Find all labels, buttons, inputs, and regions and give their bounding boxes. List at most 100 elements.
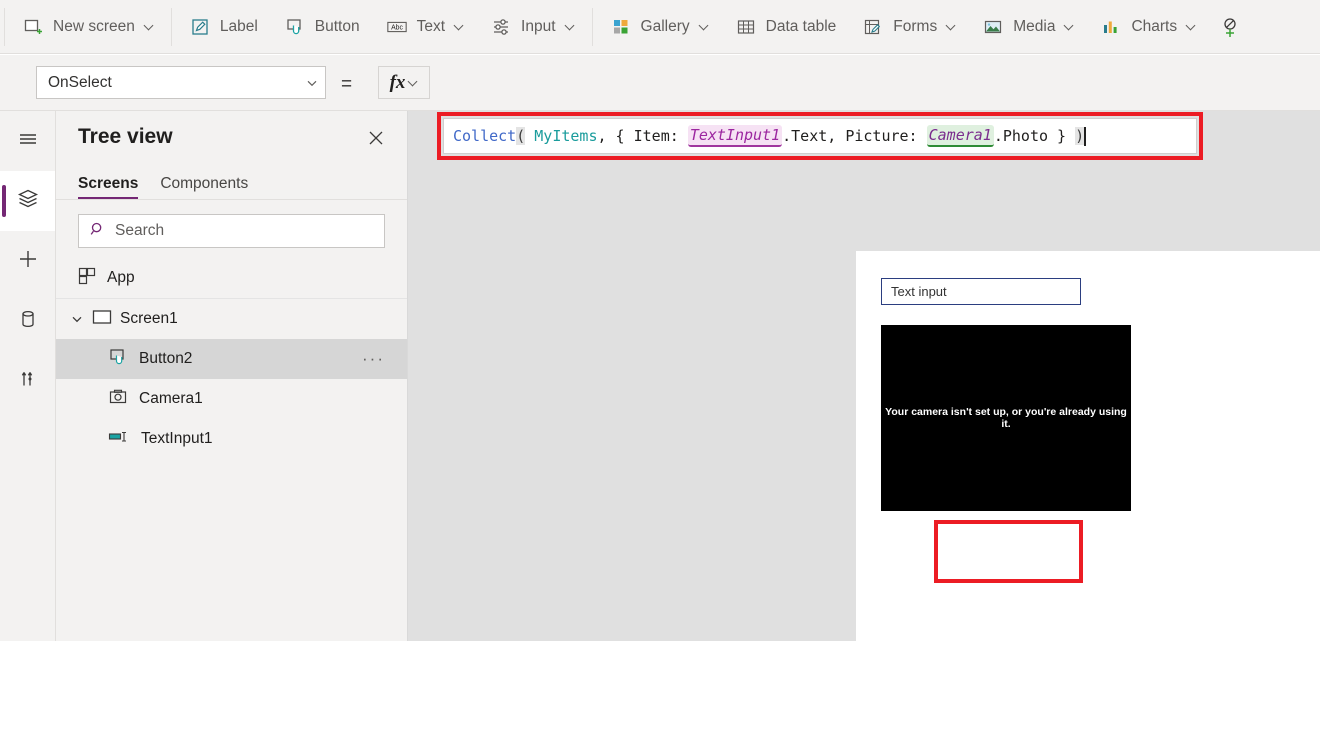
ribbon-item-forms[interactable]: Forms [849,1,969,53]
formula-bar: OnSelect = fx Collect( MyItems, { Item: … [0,55,1320,111]
property-dropdown[interactable]: OnSelect [36,66,326,99]
gallery-icon [610,16,632,38]
tree-item-camera1[interactable]: Camera1 [56,379,407,419]
canvas-camera-control[interactable]: Your camera isn't set up, or you're alre… [881,325,1131,511]
rail-item-insert[interactable] [0,231,55,291]
text-input-icon [108,427,130,452]
search-icon [90,221,106,242]
ribbon-item-media[interactable]: Media [969,1,1087,53]
ribbon-item-label[interactable]: Label [176,1,271,53]
data-table-icon [735,16,757,38]
rail-item-data[interactable] [0,291,55,351]
tab-components[interactable]: Components [160,175,248,199]
tab-screens[interactable]: Screens [78,175,138,199]
canvas-text-input[interactable]: Text input [881,278,1081,305]
canvas-background: Text input Your camera isn't set up, or … [408,111,1320,641]
button-icon [284,16,306,38]
app-icon [78,267,96,290]
charts-icon [1100,16,1122,38]
formula-token-property-text: .Text, Picture: [782,127,927,145]
tree-view-icon [15,186,41,217]
tree-item-camera1-label: Camera1 [139,390,203,408]
left-rail [0,111,56,641]
tree-item-textinput1-label: TextInput1 [141,430,213,448]
ribbon-item-data-table-label: Data table [766,18,837,36]
equals-sign: = [341,74,352,96]
ribbon-item-text-label: Text [417,18,445,36]
tree-item-button2[interactable]: Button2 ··· [56,339,407,379]
formula-input[interactable]: Collect( MyItems, { Item: TextInput1.Tex… [443,118,1197,154]
chevron-down-icon [409,78,418,87]
tree-item-screen1-label: Screen1 [120,310,178,328]
chevron-down-icon[interactable] [70,312,84,326]
fx-label: fx [390,72,406,94]
ribbon-divider [4,8,5,46]
text-icon: Abc [386,16,408,38]
tree-item-app[interactable]: App [56,258,407,299]
ribbon-item-gallery[interactable]: Gallery [597,1,722,53]
formula-token-control-camera: Camera1 [927,125,994,147]
formula-token-open-paren: ( [516,127,525,145]
formula-token-property-photo: .Photo } [994,127,1075,145]
canvas-text-input-value: Text input [891,284,947,299]
chevron-down-icon [566,22,575,31]
ribbon-item-data-table[interactable]: Data table [722,1,850,53]
button-icon [108,347,128,372]
ribbon-item-label-text: Label [220,18,258,36]
ribbon-item-media-label: Media [1013,18,1055,36]
add-custom-icon [1219,16,1241,38]
ribbon-item-label: New screen [53,18,135,36]
media-icon [982,16,1004,38]
insert-ribbon: New screen Label Button [0,0,1320,54]
ribbon-item-button[interactable]: Button [271,1,373,53]
rail-item-advanced-tools[interactable] [0,351,55,411]
app-canvas[interactable]: Text input Your camera isn't set up, or … [856,251,1320,732]
chevron-down-icon [1065,22,1074,31]
formula-token-close-paren: ) [1075,127,1084,145]
ribbon-divider [592,8,593,46]
rail-item-menu[interactable] [0,111,55,171]
ribbon-item-input-label: Input [521,18,555,36]
camera-error-message: Your camera isn't set up, or you're alre… [881,406,1131,430]
ribbon-item-new-screen[interactable]: New screen [9,1,167,53]
ribbon-item-input[interactable]: Input [477,1,587,53]
ribbon-item-charts[interactable]: Charts [1087,1,1209,53]
tree-item-textinput1[interactable]: TextInput1 [56,419,407,459]
tree-item-button2-label: Button2 [139,350,192,368]
chevron-down-icon [700,22,709,31]
fx-button[interactable]: fx [378,66,430,99]
overflow-menu-icon[interactable]: ··· [362,339,385,379]
camera-icon [108,387,128,412]
forms-icon [862,16,884,38]
formula-token-separator: , { Item: [598,127,688,145]
advanced-tools-icon [17,368,39,395]
plus-icon [16,247,40,276]
rail-item-tree-view[interactable] [0,171,55,231]
label-icon [189,16,211,38]
database-icon [17,308,39,335]
chevron-down-icon [145,22,154,31]
formula-token-space [525,127,534,145]
search-placeholder: Search [115,222,164,240]
tree-item-screen1[interactable]: Screen1 [56,299,407,339]
formula-token-control-textinput: TextInput1 [688,125,782,147]
chevron-down-icon [455,22,464,31]
close-icon[interactable] [363,125,389,151]
page-title: Tree view [56,125,173,149]
chevron-down-icon [947,22,956,31]
ribbon-item-overflow[interactable] [1209,1,1241,53]
text-cursor [1084,127,1086,146]
formula-token-collection: MyItems [534,127,597,145]
ribbon-item-charts-label: Charts [1131,18,1177,36]
tree-item-app-label: App [107,269,135,287]
svg-text:Abc: Abc [391,24,403,31]
chevron-down-icon [1187,22,1196,31]
property-dropdown-value: OnSelect [37,74,299,92]
ribbon-item-text[interactable]: Abc Text [373,1,477,53]
search-input[interactable]: Search [78,214,385,248]
ribbon-item-button-text: Button [315,18,360,36]
power-apps-studio: New screen Label Button [0,0,1320,641]
new-screen-icon [22,16,44,38]
formula-token-function: Collect [453,127,516,145]
input-icon [490,16,512,38]
